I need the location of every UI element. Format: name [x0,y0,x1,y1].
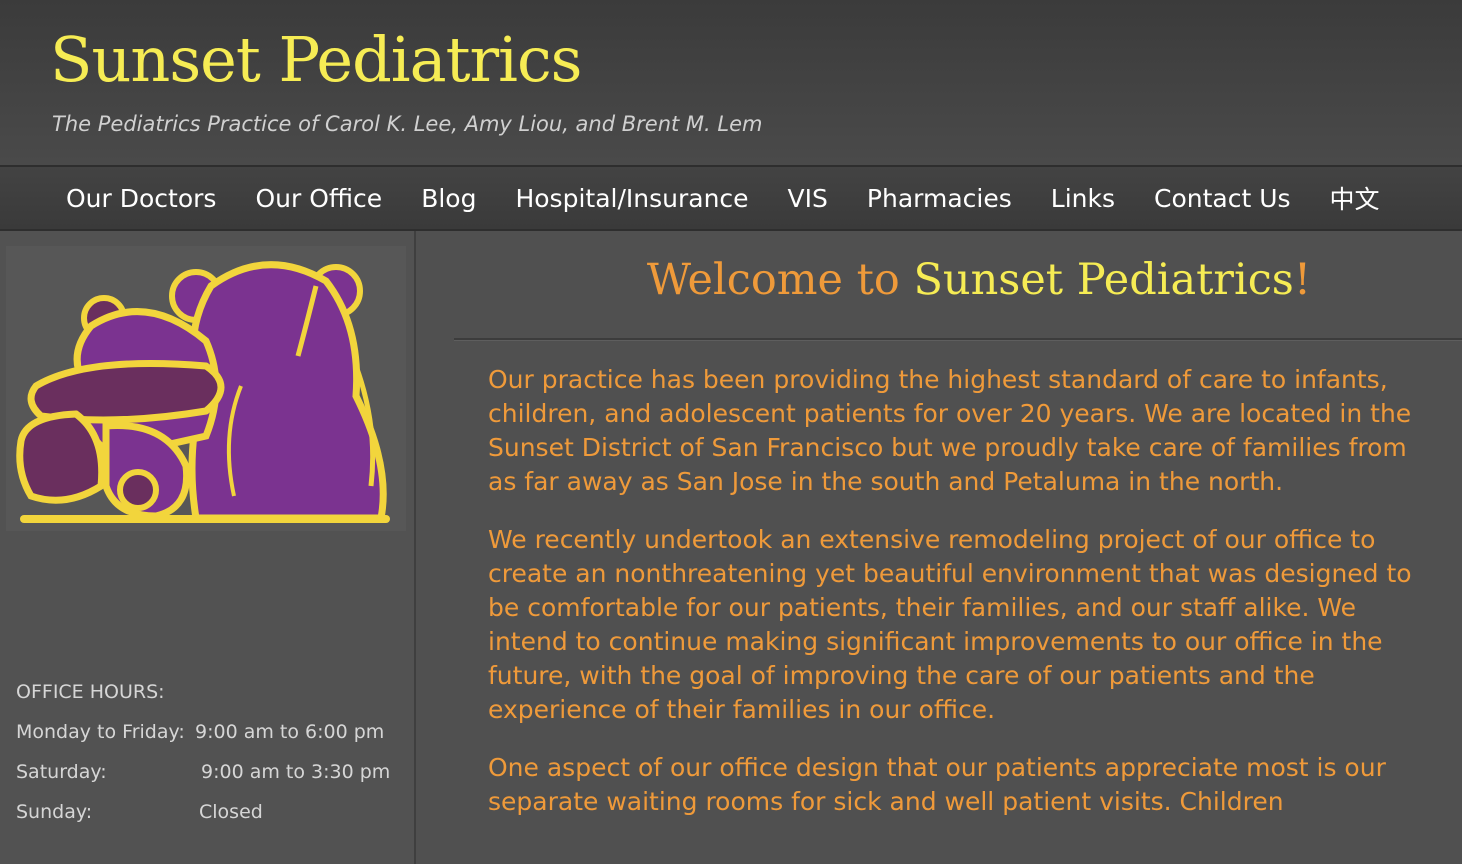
hours-row-saturday: Saturday: 9:00 am to 3:30 pm [16,761,406,783]
welcome-prefix: Welcome to [646,255,914,305]
nav-item-vis[interactable]: VIS [788,184,828,213]
welcome-suffix: ! [1293,255,1312,305]
nav-list: Our Doctors Our Office Blog Hospital/Ins… [0,167,1462,229]
hours-row-weekday: Monday to Friday: 9:00 am to 6:00 pm [16,721,406,743]
hours-time: 9:00 am to 3:30 pm [201,761,391,783]
nav-item-chinese[interactable]: 中文 [1330,180,1380,216]
welcome-text: Our practice has been providing the high… [488,363,1438,843]
hours-day: Monday to Friday: [16,721,185,743]
office-hours: OFFICE HOURS: Monday to Friday: 9:00 am … [16,681,406,841]
content-divider [454,338,1462,341]
nav-item-hospital-insurance[interactable]: Hospital/Insurance [515,184,748,213]
welcome-practice-name: Sunset Pediatrics [913,255,1294,305]
paragraph-remodeling: We recently undertook an extensive remod… [488,525,1412,724]
hours-row-sunday: Sunday: Closed [16,801,406,823]
site-header: Sunset Pediatrics The Pediatrics Practic… [0,0,1462,167]
hours-day: Saturday: [16,761,107,783]
welcome-heading: Welcome to Sunset Pediatrics! [456,255,1462,307]
sidebar: OFFICE HOURS: Monday to Friday: 9:00 am … [0,231,416,864]
teddy-bears-logo-icon [6,246,406,531]
hours-day: Sunday: [16,801,93,823]
main-navigation: Our Doctors Our Office Blog Hospital/Ins… [0,167,1462,231]
site-tagline: The Pediatrics Practice of Carol K. Lee,… [52,112,763,136]
paragraph-practice-intro: Our practice has been providing the high… [488,365,1412,496]
main-content: Welcome to Sunset Pediatrics! Our practi… [416,231,1462,864]
nav-item-contact-us[interactable]: Contact Us [1154,184,1291,213]
hours-time: Closed [199,801,263,823]
site-title[interactable]: Sunset Pediatrics [50,25,582,94]
logo-graphic [16,261,390,523]
nav-item-our-doctors[interactable]: Our Doctors [66,184,216,213]
nav-item-links[interactable]: Links [1051,184,1115,213]
nav-item-our-office[interactable]: Our Office [255,184,382,213]
hours-time: 9:00 am to 6:00 pm [195,721,385,743]
nav-item-pharmacies[interactable]: Pharmacies [867,184,1012,213]
office-hours-title: OFFICE HOURS: [16,681,165,703]
paragraph-waiting-rooms: One aspect of our office design that our… [488,753,1386,816]
nav-item-blog[interactable]: Blog [421,184,476,213]
